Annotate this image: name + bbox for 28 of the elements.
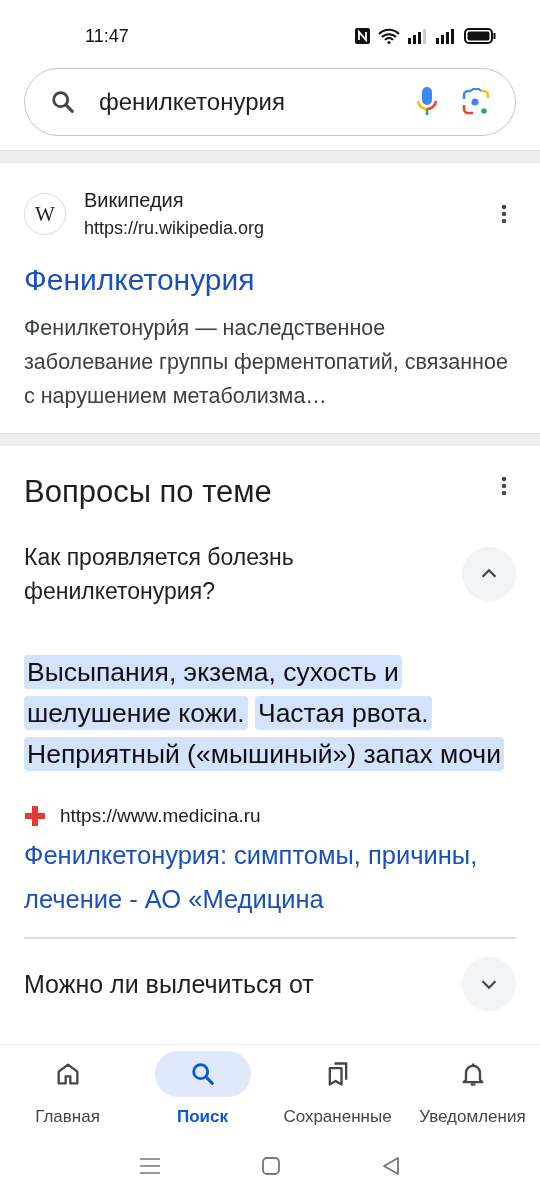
site-url: https://ru.wikipedia.org bbox=[84, 218, 266, 239]
nav-tab[interactable]: Уведомления bbox=[407, 1051, 538, 1138]
source-title-link[interactable]: Фенилкетонурия: симптомы, причины, лечение - АО «Медицина bbox=[24, 833, 516, 921]
nfc-icon bbox=[355, 28, 370, 44]
result-snippet: Фенилкетонури́я — наследственное заболевание группы ферментопатий, связанное с нарушением метаболизма… bbox=[24, 315, 509, 410]
answer-text: Высыпания, экзема, сухость и шелушение кожи. Частая рвота. Неприятный («мышиный») запах мочи bbox=[24, 652, 516, 775]
nav-tab[interactable]: Главная bbox=[2, 1051, 133, 1138]
question-text[interactable]: Можно ли вылечиться от bbox=[24, 969, 314, 999]
search-input[interactable]: фенилкетонурия bbox=[99, 88, 393, 116]
question-text[interactable]: Как проявляется болезнь фенилкетонурия? bbox=[24, 540, 442, 608]
source-url: https://www.medicina.ru bbox=[60, 805, 261, 827]
camera-icon[interactable] bbox=[461, 87, 491, 117]
result-title-link[interactable]: Фенилкетонурия bbox=[24, 263, 516, 297]
battery-icon bbox=[464, 28, 496, 44]
menu-icon[interactable] bbox=[139, 1157, 161, 1175]
back-icon[interactable] bbox=[381, 1156, 401, 1176]
cross-icon bbox=[24, 805, 46, 827]
signal-icon bbox=[436, 28, 456, 44]
search-icon bbox=[49, 88, 77, 116]
nav-tab[interactable]: Поиск bbox=[137, 1051, 268, 1138]
microphone-icon[interactable] bbox=[415, 86, 439, 118]
wifi-icon bbox=[378, 28, 400, 44]
nav-tab[interactable]: Сохраненные bbox=[272, 1051, 403, 1138]
home-button-icon[interactable] bbox=[261, 1156, 281, 1176]
section-heading: Вопросы по теме bbox=[24, 474, 272, 510]
status-time: 11:47 bbox=[85, 25, 129, 47]
site-name: Википедия bbox=[84, 189, 185, 212]
signal-icon bbox=[408, 28, 428, 44]
